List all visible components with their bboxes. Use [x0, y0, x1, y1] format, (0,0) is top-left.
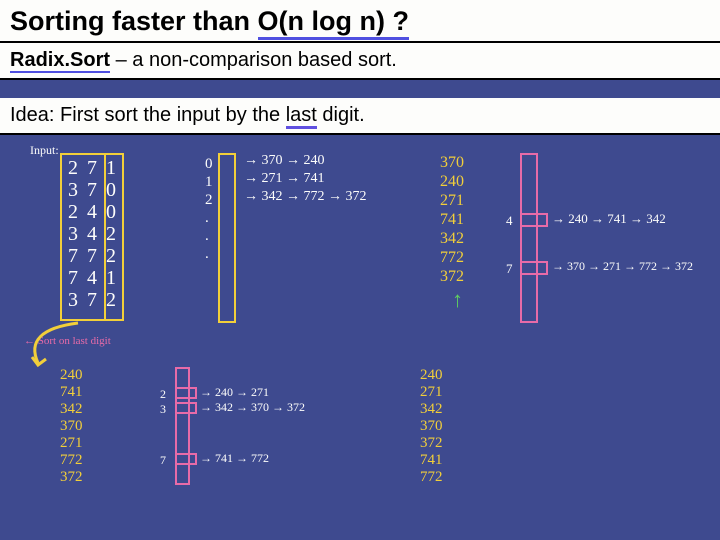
page-title: Sorting faster than O(n log n) ? [10, 6, 409, 40]
bucket-box-2 [520, 153, 538, 323]
bucket-1-chain: → 271 → 741 [244, 171, 325, 187]
pass1-output: 370 240 271 741 342 772 372 [440, 153, 464, 286]
bucket2-idx-4: 4 [506, 213, 513, 229]
final-output: 240 271 342 370 372 741 772 [420, 367, 443, 486]
input-label: Input: [30, 143, 59, 158]
curve-arrow-icon [18, 315, 98, 375]
idea-text-a: Idea: First sort the input by the [10, 104, 286, 126]
bucket-box-1 [218, 153, 236, 323]
bucket3-7-chain: → 741 → 772 [200, 451, 269, 466]
title-text-b: O(n log n) ? [258, 6, 409, 40]
bucket-0-chain: → 370 → 240 [244, 153, 325, 169]
up-arrow-icon: ↑ [452, 287, 463, 313]
diagram-canvas: Input: 2 7 1 3 7 0 2 4 0 3 4 2 7 7 2 7 4… [0, 135, 720, 535]
bucket-box-3 [175, 367, 190, 485]
bucket3-3-chain: → 342 → 370 → 372 [200, 400, 305, 415]
gap [0, 80, 720, 98]
bucket2-slot-4 [520, 213, 548, 227]
bucket2-7-chain: → 370 → 271 → 772 → 372 [552, 259, 693, 274]
bucket-2-chain: → 342 → 772 → 372 [244, 189, 367, 205]
bucket2-4-chain: → 240 → 741 → 342 [552, 211, 666, 227]
idea-last: last [286, 104, 317, 129]
bucket2-idx-7: 7 [506, 261, 513, 277]
subtitle-bar: Radix.Sort – a non-comparison based sort… [0, 43, 720, 80]
bucket-indices-1: 0 1 2 . . . [205, 155, 213, 263]
idea-bar: Idea: First sort the input by the last d… [0, 98, 720, 135]
subtitle-rest: – a non-comparison based sort. [110, 49, 397, 71]
bucket3-slot-3 [175, 402, 197, 414]
title-text-a: Sorting faster than [10, 6, 250, 36]
bucket3-idx-23: 2 3 [160, 387, 166, 417]
bucket2-slot-7 [520, 261, 548, 275]
bucket3-slot-2 [175, 387, 197, 399]
bucket3-2-chain: → 240 → 271 [200, 385, 269, 400]
pass2-input: 240 741 342 370 271 772 372 [60, 367, 83, 486]
radix-sort-label: Radix.Sort [10, 49, 110, 73]
bucket3-slot-7 [175, 453, 197, 465]
bucket3-idx-7: 7 [160, 453, 166, 468]
idea-text-b: digit. [317, 104, 365, 126]
input-digit-divider [104, 153, 124, 321]
title-bar: Sorting faster than O(n log n) ? [0, 0, 720, 43]
